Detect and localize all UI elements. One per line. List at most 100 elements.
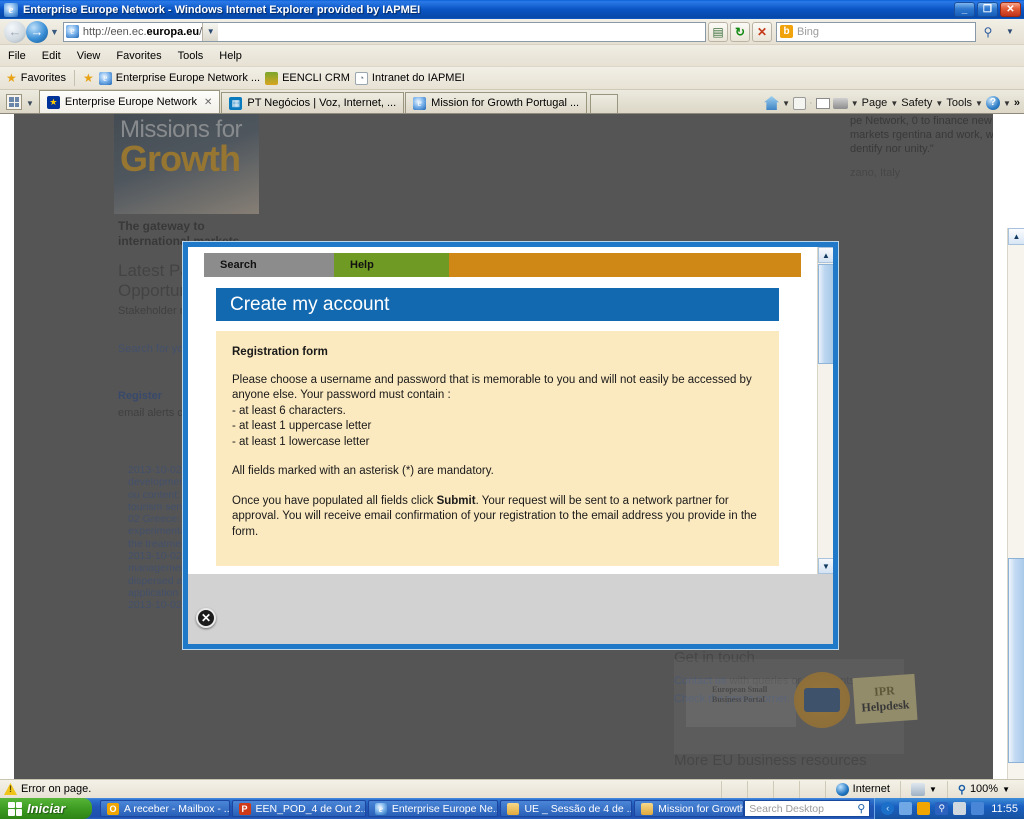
home-icon[interactable] — [764, 96, 780, 110]
url-dropdown-icon[interactable]: ▼ — [202, 22, 219, 41]
tray-icon-1[interactable] — [899, 802, 913, 815]
lock-icon — [910, 782, 925, 796]
tab-mission-for-growth[interactable]: e Mission for Growth Portugal ... — [405, 92, 588, 113]
tab-enterprise-europe-network[interactable]: ★ Enterprise Europe Network ✕ — [38, 90, 221, 113]
tray-icon-network[interactable] — [971, 802, 985, 815]
new-tab-button[interactable] — [590, 94, 619, 113]
search-icon[interactable]: ⚲ — [857, 802, 865, 815]
scroll-down-icon[interactable]: ▼ — [818, 558, 833, 574]
tab-label: PT Negócios | Voz, Internet, ... — [247, 97, 397, 109]
taskbar-item-powerpoint[interactable]: P EEN_POD_4 de Out 2... — [231, 800, 366, 817]
favorite-een-label: Enterprise Europe Network ... — [115, 72, 261, 84]
tab-bar: ▼ ★ Enterprise Europe Network ✕ ▦ PT Neg… — [0, 90, 1024, 114]
forward-icon[interactable]: → — [26, 20, 48, 43]
url-text: http://een.ec.europa.eu/ — [83, 26, 202, 38]
status-error-text[interactable]: Error on page. — [21, 783, 91, 795]
european-small-business-portal-logo[interactable]: European Small Business Portal — [686, 679, 796, 727]
outlook-icon: O — [107, 802, 119, 815]
overflow-icon[interactable]: » — [1014, 97, 1020, 109]
read-mail-icon[interactable] — [815, 97, 830, 109]
menu-tools[interactable]: Tools — [178, 50, 204, 62]
rss-feeds-icon[interactable] — [793, 96, 807, 110]
page-scrollbar-thumb[interactable] — [1008, 558, 1024, 763]
quote-source: zano, Italy — [850, 167, 901, 179]
page-viewport: Missions for Growth The gateway to inter… — [0, 114, 1024, 779]
powerpoint-icon: P — [238, 802, 251, 815]
menu-edit[interactable]: Edit — [42, 50, 61, 62]
search-options-icon[interactable]: ▼ — [1000, 22, 1020, 42]
tools-menu[interactable]: Tools — [946, 97, 972, 109]
url-input[interactable]: e http://een.ec.europa.eu/ ▼ — [62, 21, 706, 42]
browser-window: e Enterprise Europe Network - Windows In… — [0, 0, 1024, 819]
tab-list-chevron-icon[interactable]: ▼ — [26, 99, 34, 108]
modal-tab-help[interactable]: Help — [334, 253, 449, 277]
tab-pt-negocios[interactable]: ▦ PT Negócios | Voz, Internet, ... — [221, 92, 405, 113]
scroll-up-icon[interactable]: ▲ — [818, 247, 833, 263]
tray-icon-pen[interactable] — [953, 802, 967, 815]
compatibility-view-icon[interactable]: ▤ — [708, 21, 728, 42]
favorites-button[interactable]: ★ Favorites — [6, 71, 66, 85]
chevron-down-icon[interactable]: ▼ — [851, 99, 859, 108]
clock[interactable]: 11:55 — [991, 803, 1018, 815]
page-menu[interactable]: Page — [862, 97, 888, 109]
maximize-button[interactable]: ❐ — [977, 2, 998, 17]
ipr-helpdesk-logo[interactable]: IPR Helpdesk — [852, 673, 918, 725]
close-modal-button[interactable]: ✕ — [196, 608, 216, 628]
desktop-search-input[interactable]: Search Desktop ⚲ — [744, 800, 871, 817]
menu-view[interactable]: View — [77, 50, 101, 62]
chevron-down-icon[interactable]: ▼ — [890, 99, 898, 108]
menu-help[interactable]: Help — [219, 50, 242, 62]
your-europe-logo[interactable] — [794, 672, 850, 728]
quick-tabs-icon[interactable] — [6, 94, 22, 110]
chevron-down-icon[interactable]: ▼ — [50, 27, 59, 37]
star-icon: ★ — [6, 71, 17, 85]
chevron-down-icon[interactable]: ▼ — [935, 99, 943, 108]
favorite-eencli-crm[interactable]: EENCLI CRM — [265, 71, 350, 85]
tray-icon-outlook[interactable] — [917, 802, 931, 815]
close-window-button[interactable]: ✕ — [1000, 2, 1021, 17]
show-hidden-icons-icon[interactable]: ‹ — [881, 802, 895, 815]
zoom-icon: ⚲ — [957, 783, 966, 796]
taskbar-item-enterprise-europe[interactable]: e Enterprise Europe Ne... — [367, 800, 499, 817]
add-favorite-icon[interactable]: ★ — [83, 71, 94, 85]
menu-file[interactable]: File — [8, 50, 26, 62]
system-tray: ‹ ⚲ 11:55 — [874, 798, 1024, 819]
modal-scrollbar[interactable]: ▲ ▼ — [817, 247, 833, 574]
zone-label: Internet — [852, 783, 890, 795]
chevron-down-icon[interactable]: ▼ — [929, 785, 937, 794]
chevron-down-icon[interactable]: ▼ — [975, 99, 983, 108]
close-icon[interactable]: ✕ — [204, 97, 212, 108]
help-icon[interactable]: ? — [985, 96, 1000, 110]
protected-mode-indicator[interactable]: ▼ — [899, 780, 947, 798]
search-submit-icon[interactable]: ⚲ — [978, 22, 998, 42]
taskbar-item-mission-for-growth[interactable]: Mission for Growth — [634, 800, 745, 817]
url-favicon-icon: e — [65, 25, 79, 38]
start-button[interactable]: Iniciar — [0, 798, 92, 819]
scrollbar-thumb[interactable] — [818, 264, 833, 364]
scroll-up-icon[interactable]: ▲ — [1008, 228, 1024, 245]
refresh-icon[interactable]: ↻ — [730, 21, 750, 42]
back-icon[interactable]: ← — [4, 20, 26, 43]
status-cell — [772, 780, 799, 798]
tray-icon-search[interactable]: ⚲ — [935, 802, 949, 815]
modal-tab-search[interactable]: Search — [204, 253, 334, 277]
security-zone[interactable]: Internet — [824, 780, 900, 798]
print-icon[interactable] — [832, 97, 848, 109]
chevron-down-icon[interactable]: ▼ — [1003, 99, 1011, 108]
favorite-intranet-label: Intranet do IAPMEI — [371, 72, 465, 84]
chevron-down-icon[interactable]: ▼ — [782, 99, 790, 108]
safety-menu[interactable]: Safety — [901, 97, 932, 109]
minimize-button[interactable]: _ — [954, 2, 975, 17]
taskbar-item-outlook[interactable]: O A receber - Mailbox - ... — [100, 800, 230, 817]
chevron-down-icon[interactable]: ▼ — [1002, 785, 1010, 794]
menu-favorites[interactable]: Favorites — [116, 50, 161, 62]
page-scrollbar[interactable]: ▲ ▼ — [1007, 228, 1024, 779]
search-input[interactable]: b Bing — [776, 21, 976, 42]
favorite-een[interactable]: e Enterprise Europe Network ... — [98, 71, 261, 85]
stop-icon[interactable]: ✕ — [752, 21, 772, 42]
divider — [74, 70, 76, 86]
favorite-intranet-iapmei[interactable]: ◔ Intranet do IAPMEI — [354, 71, 465, 85]
zoom-control[interactable]: ⚲ 100% ▼ — [946, 780, 1020, 798]
taskbar-item-ue-sessao[interactable]: UE _ Sessão de 4 de ... — [500, 800, 633, 817]
password-rule-3: - at least 1 lowercase letter — [232, 435, 370, 448]
